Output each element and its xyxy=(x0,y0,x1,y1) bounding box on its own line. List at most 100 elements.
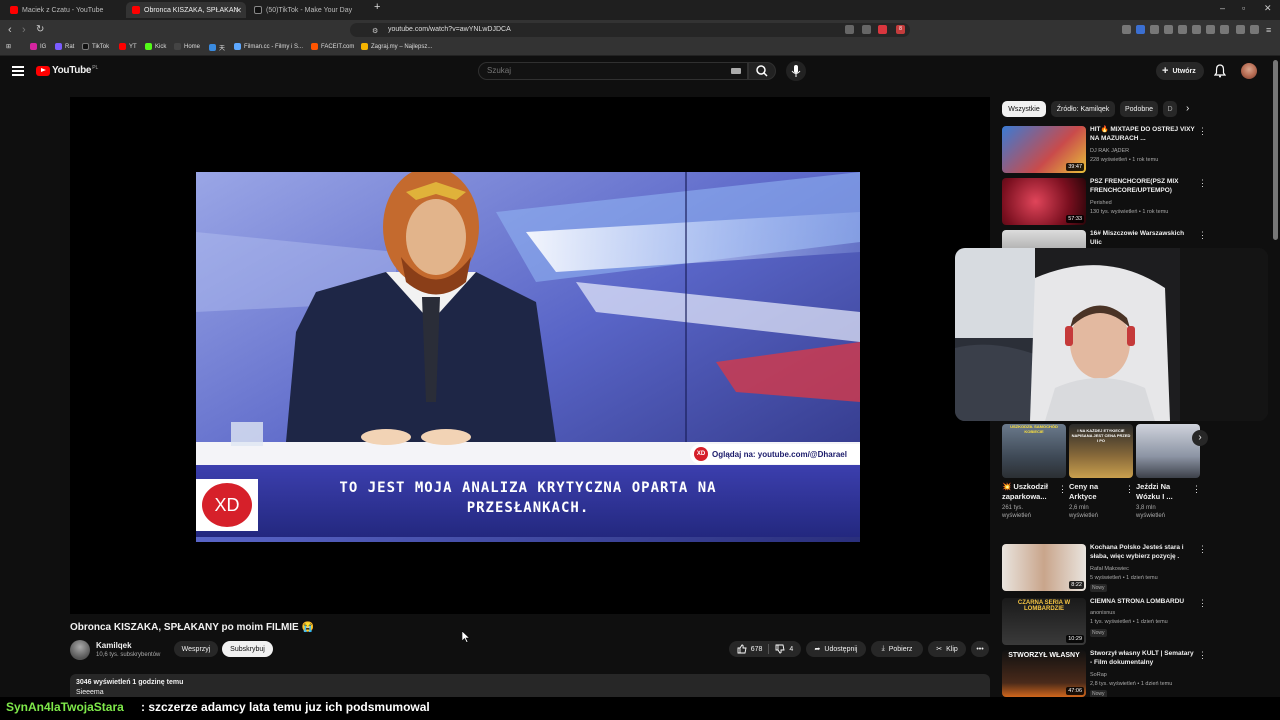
video-thumbnail[interactable]: 8:22 xyxy=(1002,544,1086,591)
share-page-icon[interactable] xyxy=(862,25,871,34)
browser-tab-active[interactable]: Obronca KISZAKA, SPŁAKAN ✕ xyxy=(126,2,246,18)
recommended-video[interactable]: 16# Miszczowie Warszawskich Ulic ⋮ xyxy=(1002,230,1208,248)
more-options-icon[interactable]: ⋮ xyxy=(1198,650,1207,661)
bookmark-filman[interactable]: Filman.cc - Filmy i S... xyxy=(234,43,303,50)
apps-grid-icon[interactable]: ⊞ xyxy=(6,43,11,50)
account-avatar[interactable] xyxy=(1241,63,1257,79)
channel-name[interactable]: Perished xyxy=(1090,200,1112,206)
browser-tab[interactable]: Maciek z Czatu - YouTube xyxy=(4,2,126,18)
more-options-icon[interactable]: ⋮ xyxy=(1198,598,1207,609)
short-thumbnail[interactable]: I NA KAŻDEJ ETYKIECIE NAPISANA JEST CENA… xyxy=(1069,424,1133,478)
channel-name[interactable]: Kamilqek xyxy=(96,641,132,650)
video-thumbnail[interactable]: CZARNA SERIA W LOMBARDZIE 10:29 xyxy=(1002,598,1086,645)
video-player[interactable]: XD Oglądaj na: youtube.com/@Dharael XD T… xyxy=(70,97,990,614)
channel-avatar[interactable] xyxy=(70,640,90,660)
extension-icon[interactable] xyxy=(1136,25,1145,34)
video-thumbnail[interactable]: 39:47 xyxy=(1002,126,1086,173)
video-thumbnail[interactable]: 57:33 xyxy=(1002,178,1086,225)
video-title[interactable]: 16# Miszczowie Warszawskich Ulic xyxy=(1090,230,1196,247)
share-button[interactable]: ➦ Udostępnij xyxy=(806,641,866,657)
recommended-video[interactable]: CZARNA SERIA W LOMBARDZIE 10:29 CIEMNA S… xyxy=(1002,598,1208,646)
more-options-icon[interactable]: ⋮ xyxy=(1058,484,1067,495)
bookmark-home[interactable]: Home xyxy=(174,43,200,50)
support-button[interactable]: Wesprzyj xyxy=(174,641,218,657)
hamburger-menu-icon[interactable] xyxy=(12,66,24,76)
download-button[interactable]: ⤓ Pobierz xyxy=(871,641,923,657)
video-title[interactable]: PSZ FRENCHCORE(PSZ MIX FRENCHCORE/UPTEMP… xyxy=(1090,178,1196,195)
browser-tab[interactable]: (50)TikTok - Make Your Day xyxy=(248,2,370,18)
close-window-icon[interactable]: ✕ xyxy=(1264,3,1272,14)
maximize-window-icon[interactable]: ▫ xyxy=(1242,3,1245,13)
bookmark-yt[interactable]: YT xyxy=(119,43,137,50)
close-tab-icon[interactable]: ✕ xyxy=(235,6,242,15)
recommended-video[interactable]: STWORZYŁ WŁASNY 47:06 Stworzył własny KU… xyxy=(1002,650,1208,698)
short-thumbnail[interactable]: USZKODZIŁ SAMOCHÓD KOBIECIE xyxy=(1002,424,1066,478)
extension-badge-icon[interactable]: 8 xyxy=(896,25,905,34)
site-info-icon[interactable]: ⚙ xyxy=(372,25,378,39)
page-scrollbar[interactable] xyxy=(1273,60,1278,700)
create-button[interactable]: + Utwórz xyxy=(1156,62,1204,80)
menu-icon[interactable]: ≡ xyxy=(1266,23,1271,37)
bookmark-cjk[interactable]: 天 xyxy=(209,43,225,52)
dislike-button[interactable]: 4 xyxy=(769,644,793,654)
bookmark-faceit[interactable]: FACEIT.com xyxy=(311,43,354,50)
bookmark-zagraj[interactable]: Zagraj.my – Najlepsz... xyxy=(361,43,432,50)
youtube-logo[interactable]: YouTube PL xyxy=(36,65,98,76)
more-options-icon[interactable]: ⋮ xyxy=(1198,126,1207,137)
bookmark-rat[interactable]: Rat xyxy=(55,43,74,50)
shorts-next-icon[interactable]: › xyxy=(1192,430,1208,446)
channel-name[interactable]: Rafał Makowiec xyxy=(1090,566,1129,572)
minimize-window-icon[interactable]: – xyxy=(1220,3,1225,13)
bookmark-kick[interactable]: Kick xyxy=(145,43,166,50)
video-thumbnail[interactable]: STWORZYŁ WŁASNY 47:06 xyxy=(1002,650,1086,697)
search-input[interactable] xyxy=(487,66,717,75)
scrollbar-thumb[interactable] xyxy=(1273,60,1278,240)
sidebar-toggle-icon[interactable] xyxy=(1206,25,1215,34)
extension-icon[interactable] xyxy=(1122,25,1131,34)
clip-button[interactable]: ✂ Klip xyxy=(928,641,966,657)
video-title[interactable]: CIEMNA STRONA LOMBARDU xyxy=(1090,598,1196,607)
chip-related[interactable]: Podobne xyxy=(1120,101,1158,117)
chip-all[interactable]: Wszystkie xyxy=(1002,101,1046,117)
reload-icon[interactable]: ↻ xyxy=(36,23,44,37)
like-button[interactable]: 678 xyxy=(737,644,770,654)
more-options-icon[interactable]: ⋮ xyxy=(1198,230,1207,241)
video-thumbnail[interactable] xyxy=(1002,230,1086,248)
chips-next-icon[interactable]: › xyxy=(1186,103,1189,114)
channel-name[interactable]: SoRap xyxy=(1090,672,1107,678)
extension-icon[interactable] xyxy=(1178,25,1187,34)
bookmark-tiktok[interactable]: TikTok xyxy=(82,43,109,50)
short-thumbnail[interactable] xyxy=(1136,424,1200,478)
short-title[interactable]: Jeździ Na Wózku I ... xyxy=(1136,482,1188,502)
sparkle-icon[interactable] xyxy=(1236,25,1245,34)
notifications-bell-icon[interactable] xyxy=(1214,64,1226,78)
more-options-icon[interactable]: ⋮ xyxy=(1125,484,1134,495)
search-box[interactable] xyxy=(478,62,748,80)
back-icon[interactable]: ‹ xyxy=(8,23,12,37)
music-icon[interactable] xyxy=(1192,25,1201,34)
more-actions-icon[interactable]: ••• xyxy=(971,641,989,657)
more-options-icon[interactable]: ⋮ xyxy=(1198,178,1207,189)
extension-icon[interactable] xyxy=(1164,25,1173,34)
more-options-icon[interactable]: ⋮ xyxy=(1198,544,1207,555)
bookmark-ig[interactable]: IG xyxy=(30,43,46,50)
video-title[interactable]: Stworzył własny KULT | Sematary - Film d… xyxy=(1090,650,1196,667)
new-tab-button[interactable]: + xyxy=(374,1,380,13)
voice-search-button[interactable] xyxy=(786,61,806,81)
chip-partial[interactable]: D xyxy=(1163,101,1177,117)
cast-icon[interactable] xyxy=(845,25,854,34)
address-bar[interactable]: ⚙ youtube.com/watch?v=awYNLwDJDCA xyxy=(350,23,910,37)
recommended-video[interactable]: 8:22 Kochana Polsko Jesteś stara i słaba… xyxy=(1002,544,1208,592)
forward-icon[interactable]: › xyxy=(22,23,26,37)
channel-name[interactable]: DJ RAK JĄDER xyxy=(1090,148,1129,154)
keyboard-icon[interactable] xyxy=(731,68,741,74)
short-item[interactable]: I NA KAŻDEJ ETYKIECIE NAPISANA JEST CENA… xyxy=(1069,424,1134,520)
short-item[interactable]: USZKODZIŁ SAMOCHÓD KOBIECIE 💥 Uszkodził … xyxy=(1002,424,1067,520)
brave-shield-icon[interactable] xyxy=(878,25,887,34)
search-button[interactable] xyxy=(748,62,776,80)
vpn-icon[interactable] xyxy=(1250,25,1259,34)
short-title[interactable]: 💥 Uszkodził zaparkowa... xyxy=(1002,482,1054,502)
short-title[interactable]: Ceny na Arktyce xyxy=(1069,482,1121,502)
short-item[interactable]: Jeździ Na Wózku I ... 3,8 mln wyświetleń… xyxy=(1136,424,1201,520)
channel-name[interactable]: anonisnus xyxy=(1090,610,1115,616)
